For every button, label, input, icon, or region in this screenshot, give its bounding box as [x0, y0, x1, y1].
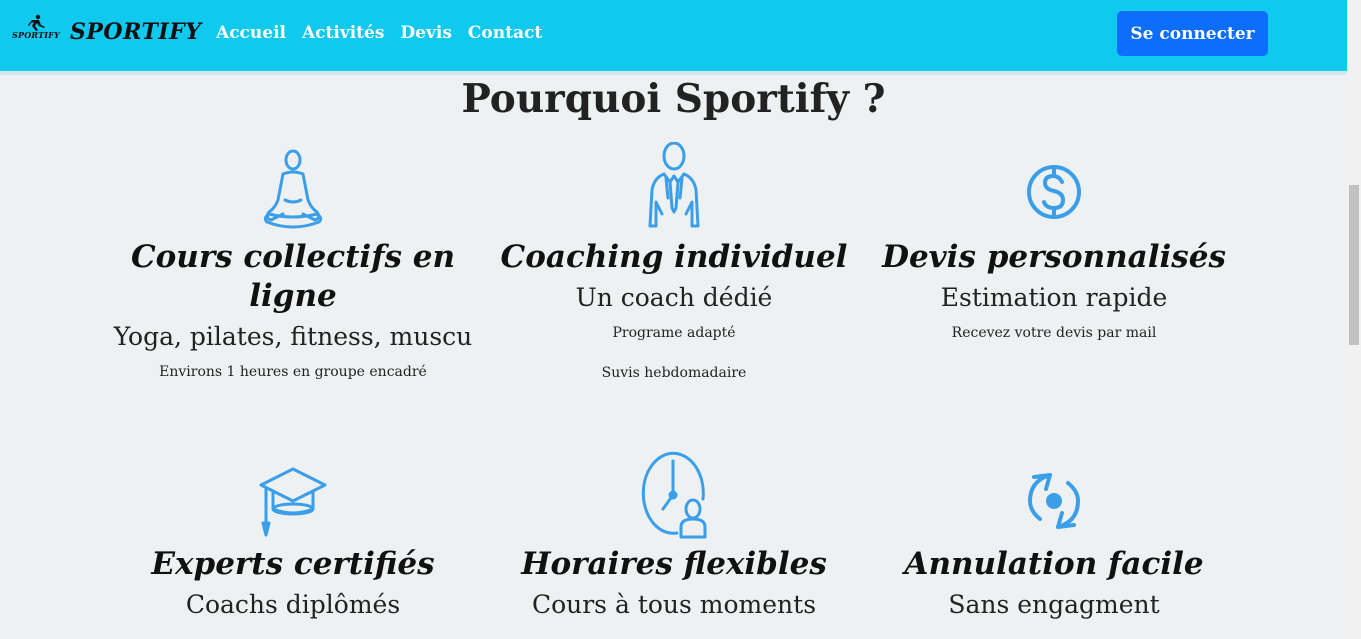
login-button[interactable]: Se connecter	[1117, 11, 1268, 56]
navbar: SPORTIFY SPORTIFY Accueil Activités Devi…	[0, 0, 1347, 75]
feature-card: Coaching individuel Un coach dédié Progr…	[494, 140, 854, 382]
coach-icon	[648, 142, 700, 228]
nav-link-contact[interactable]: Contact	[468, 23, 542, 43]
feature-subtitle: Cours à tous moments	[531, 590, 817, 619]
dollar-icon	[1027, 165, 1081, 219]
feature-title: Devis personnalisés	[882, 239, 1226, 275]
meditation-icon	[263, 149, 323, 229]
feature-title: Experts certifiés	[151, 546, 435, 582]
feature-title: Cours collectifs en ligne	[130, 239, 456, 314]
clock-person-icon	[641, 451, 707, 539]
refresh-icon	[1028, 473, 1080, 529]
feature-card: Annulation facile Sans engagment	[874, 455, 1234, 621]
feature-card: Experts certifiés Coachs diplômés	[113, 455, 473, 621]
brand-name[interactable]: SPORTIFY	[70, 19, 201, 45]
page-title: Pourquoi Sportify ?	[461, 76, 886, 122]
feature-detail: Environs 1 heures en groupe encadré	[159, 364, 427, 380]
nav-links: Accueil Activités Devis Contact	[216, 23, 542, 43]
nav-link-accueil[interactable]: Accueil	[216, 23, 286, 43]
feature-subtitle: Un coach dédié	[575, 283, 773, 312]
feature-subtitle: Yoga, pilates, fitness, muscu	[113, 322, 473, 351]
feature-subtitle: Estimation rapide	[940, 283, 1168, 312]
scrollbar-thumb[interactable]	[1349, 185, 1359, 345]
nav-link-devis[interactable]: Devis	[400, 23, 451, 43]
scrollbar[interactable]	[1347, 0, 1361, 639]
feature-title: Horaires flexibles	[521, 546, 827, 582]
logo[interactable]: SPORTIFY	[10, 14, 62, 44]
feature-detail: Programe adapté	[612, 325, 736, 341]
graduation-cap-icon	[259, 467, 327, 537]
feature-card: Cours collectifs en ligne Yoga, pilates,…	[113, 140, 473, 381]
feature-card: Horaires flexibles Cours à tous moments	[494, 451, 854, 621]
logo-text: SPORTIFY	[12, 30, 60, 40]
feature-detail: Recevez votre devis par mail	[951, 325, 1157, 341]
feature-card: Devis personnalisés Estimation rapide Re…	[874, 140, 1234, 342]
feature-title: Coaching individuel	[500, 239, 848, 275]
nav-link-activites[interactable]: Activités	[302, 23, 384, 43]
feature-subtitle: Coachs diplômés	[185, 590, 401, 619]
feature-detail: Suvis hebdomadaire	[601, 365, 747, 381]
feature-subtitle: Sans engagment	[948, 590, 1160, 619]
feature-title: Annulation facile	[904, 546, 1204, 582]
